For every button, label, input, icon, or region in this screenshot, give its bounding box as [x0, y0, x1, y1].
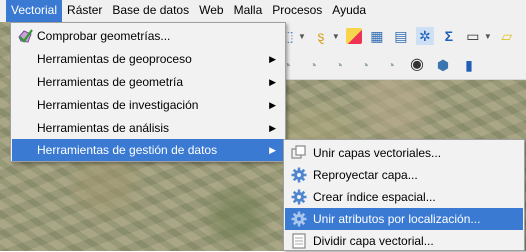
menu-item-label: Herramientas de análisis [37, 121, 170, 135]
split-layer-icon [292, 233, 306, 249]
annotation-icon[interactable]: ▱ [498, 27, 516, 45]
menu-malla[interactable]: Malla [229, 0, 268, 22]
gear-icon [291, 211, 307, 227]
label-move-icon[interactable]: ◔ [330, 56, 348, 74]
select-by-value-icon[interactable]: ȿ [312, 27, 330, 45]
dropdown-arrow-icon[interactable]: ▼ [298, 32, 306, 41]
attribute-table-icon[interactable]: ▦ [368, 27, 386, 45]
submenu-item-reproject-layer[interactable]: Reproyectar capa... [285, 164, 523, 186]
submenu-arrow-icon: ▶ [269, 123, 276, 133]
dropdown-arrow-icon[interactable]: ▼ [484, 32, 492, 41]
submenu-item-label: Unir atributos por localización... [313, 212, 481, 226]
menu-ayuda[interactable]: Ayuda [327, 0, 371, 22]
menu-item-geoprocessing-tools[interactable]: Herramientas de geoproceso ▶ [12, 48, 284, 70]
menu-item-data-management-tools[interactable]: Herramientas de gestión de datos ▶ [12, 139, 284, 161]
menu-item-analysis-tools[interactable]: Herramientas de análisis ▶ [12, 117, 284, 139]
gear-icon [291, 189, 307, 205]
processing-toolbox-icon[interactable]: ✲ [415, 27, 434, 45]
submenu-arrow-icon: ▶ [269, 145, 276, 155]
submenu-item-label: Unir capas vectoriales... [313, 146, 442, 160]
dropdown-arrow-icon[interactable]: ▼ [332, 32, 340, 41]
menu-bar: Vectorial Ráster Base de datos Web Malla… [0, 0, 526, 22]
help-icon[interactable]: ▮ [460, 56, 478, 74]
statistics-sum-icon[interactable]: Σ [440, 27, 458, 45]
label-pin-icon[interactable]: ◔ [304, 56, 322, 74]
submenu-arrow-icon: ▶ [269, 77, 276, 87]
deselect-icon[interactable] [345, 28, 362, 44]
submenu-arrow-icon: ▶ [269, 100, 276, 110]
submenu-arrow-icon: ▶ [269, 54, 276, 64]
submenu-item-split-vector-layer[interactable]: Dividir capa vectorial... [285, 230, 523, 252]
submenu-item-label: Reproyectar capa... [313, 168, 418, 182]
menu-item-label: Herramientas de investigación [37, 98, 199, 112]
toolbar-second: ◔ ◔ ◔ ◔ ◔ ◉ ⬢ ▮ [272, 50, 526, 80]
menu-base-de-datos[interactable]: Base de datos [107, 0, 194, 22]
menu-item-label: Herramientas de geoproceso [37, 52, 192, 66]
submenu-item-merge-vector-layers[interactable]: Unir capas vectoriales... [285, 142, 523, 164]
menu-procesos[interactable]: Procesos [267, 0, 327, 22]
submenu-item-label: Crear índice espacial... [313, 190, 436, 204]
menu-web[interactable]: Web [194, 0, 228, 22]
field-calculator-icon[interactable]: ▤ [392, 27, 410, 45]
submenu-item-create-spatial-index[interactable]: Crear índice espacial... [285, 186, 523, 208]
python-console-icon[interactable]: ⬢ [434, 56, 452, 74]
plugin-eye-icon[interactable]: ◉ [408, 56, 426, 74]
label-change-icon[interactable]: ◔ [382, 56, 400, 74]
label-rotate-icon[interactable]: ◔ [356, 56, 374, 74]
menu-item-geometry-tools[interactable]: Herramientas de geometría ▶ [12, 71, 284, 93]
menu-item-label: Comprobar geometrías... [37, 29, 171, 43]
submenu-item-label: Dividir capa vectorial... [313, 234, 434, 248]
menu-item-check-geometries[interactable]: Comprobar geometrías... [12, 25, 284, 47]
menu-item-research-tools[interactable]: Herramientas de investigación ▶ [12, 94, 284, 116]
toolbar-top: ⬚ ▼ ȿ ▼ ▦ ▤ ✲ Σ ▭ ▼ ▱ [272, 22, 526, 50]
data-management-submenu: Unir capas vectoriales... Reproyectar ca… [283, 139, 525, 251]
menu-item-label: Herramientas de gestión de datos [37, 143, 218, 157]
check-geometry-icon [18, 29, 33, 43]
gear-icon [291, 167, 307, 183]
submenu-item-join-attributes-by-location[interactable]: Unir atributos por localización... [285, 208, 523, 230]
menu-raster[interactable]: Ráster [62, 0, 107, 22]
menu-vectorial[interactable]: Vectorial [6, 0, 63, 22]
menu-item-label: Herramientas de geometría [37, 75, 184, 89]
vectorial-menu: Comprobar geometrías... Herramientas de … [10, 22, 286, 162]
measure-icon[interactable]: ▭ [464, 27, 482, 45]
merge-layers-icon [291, 145, 306, 159]
